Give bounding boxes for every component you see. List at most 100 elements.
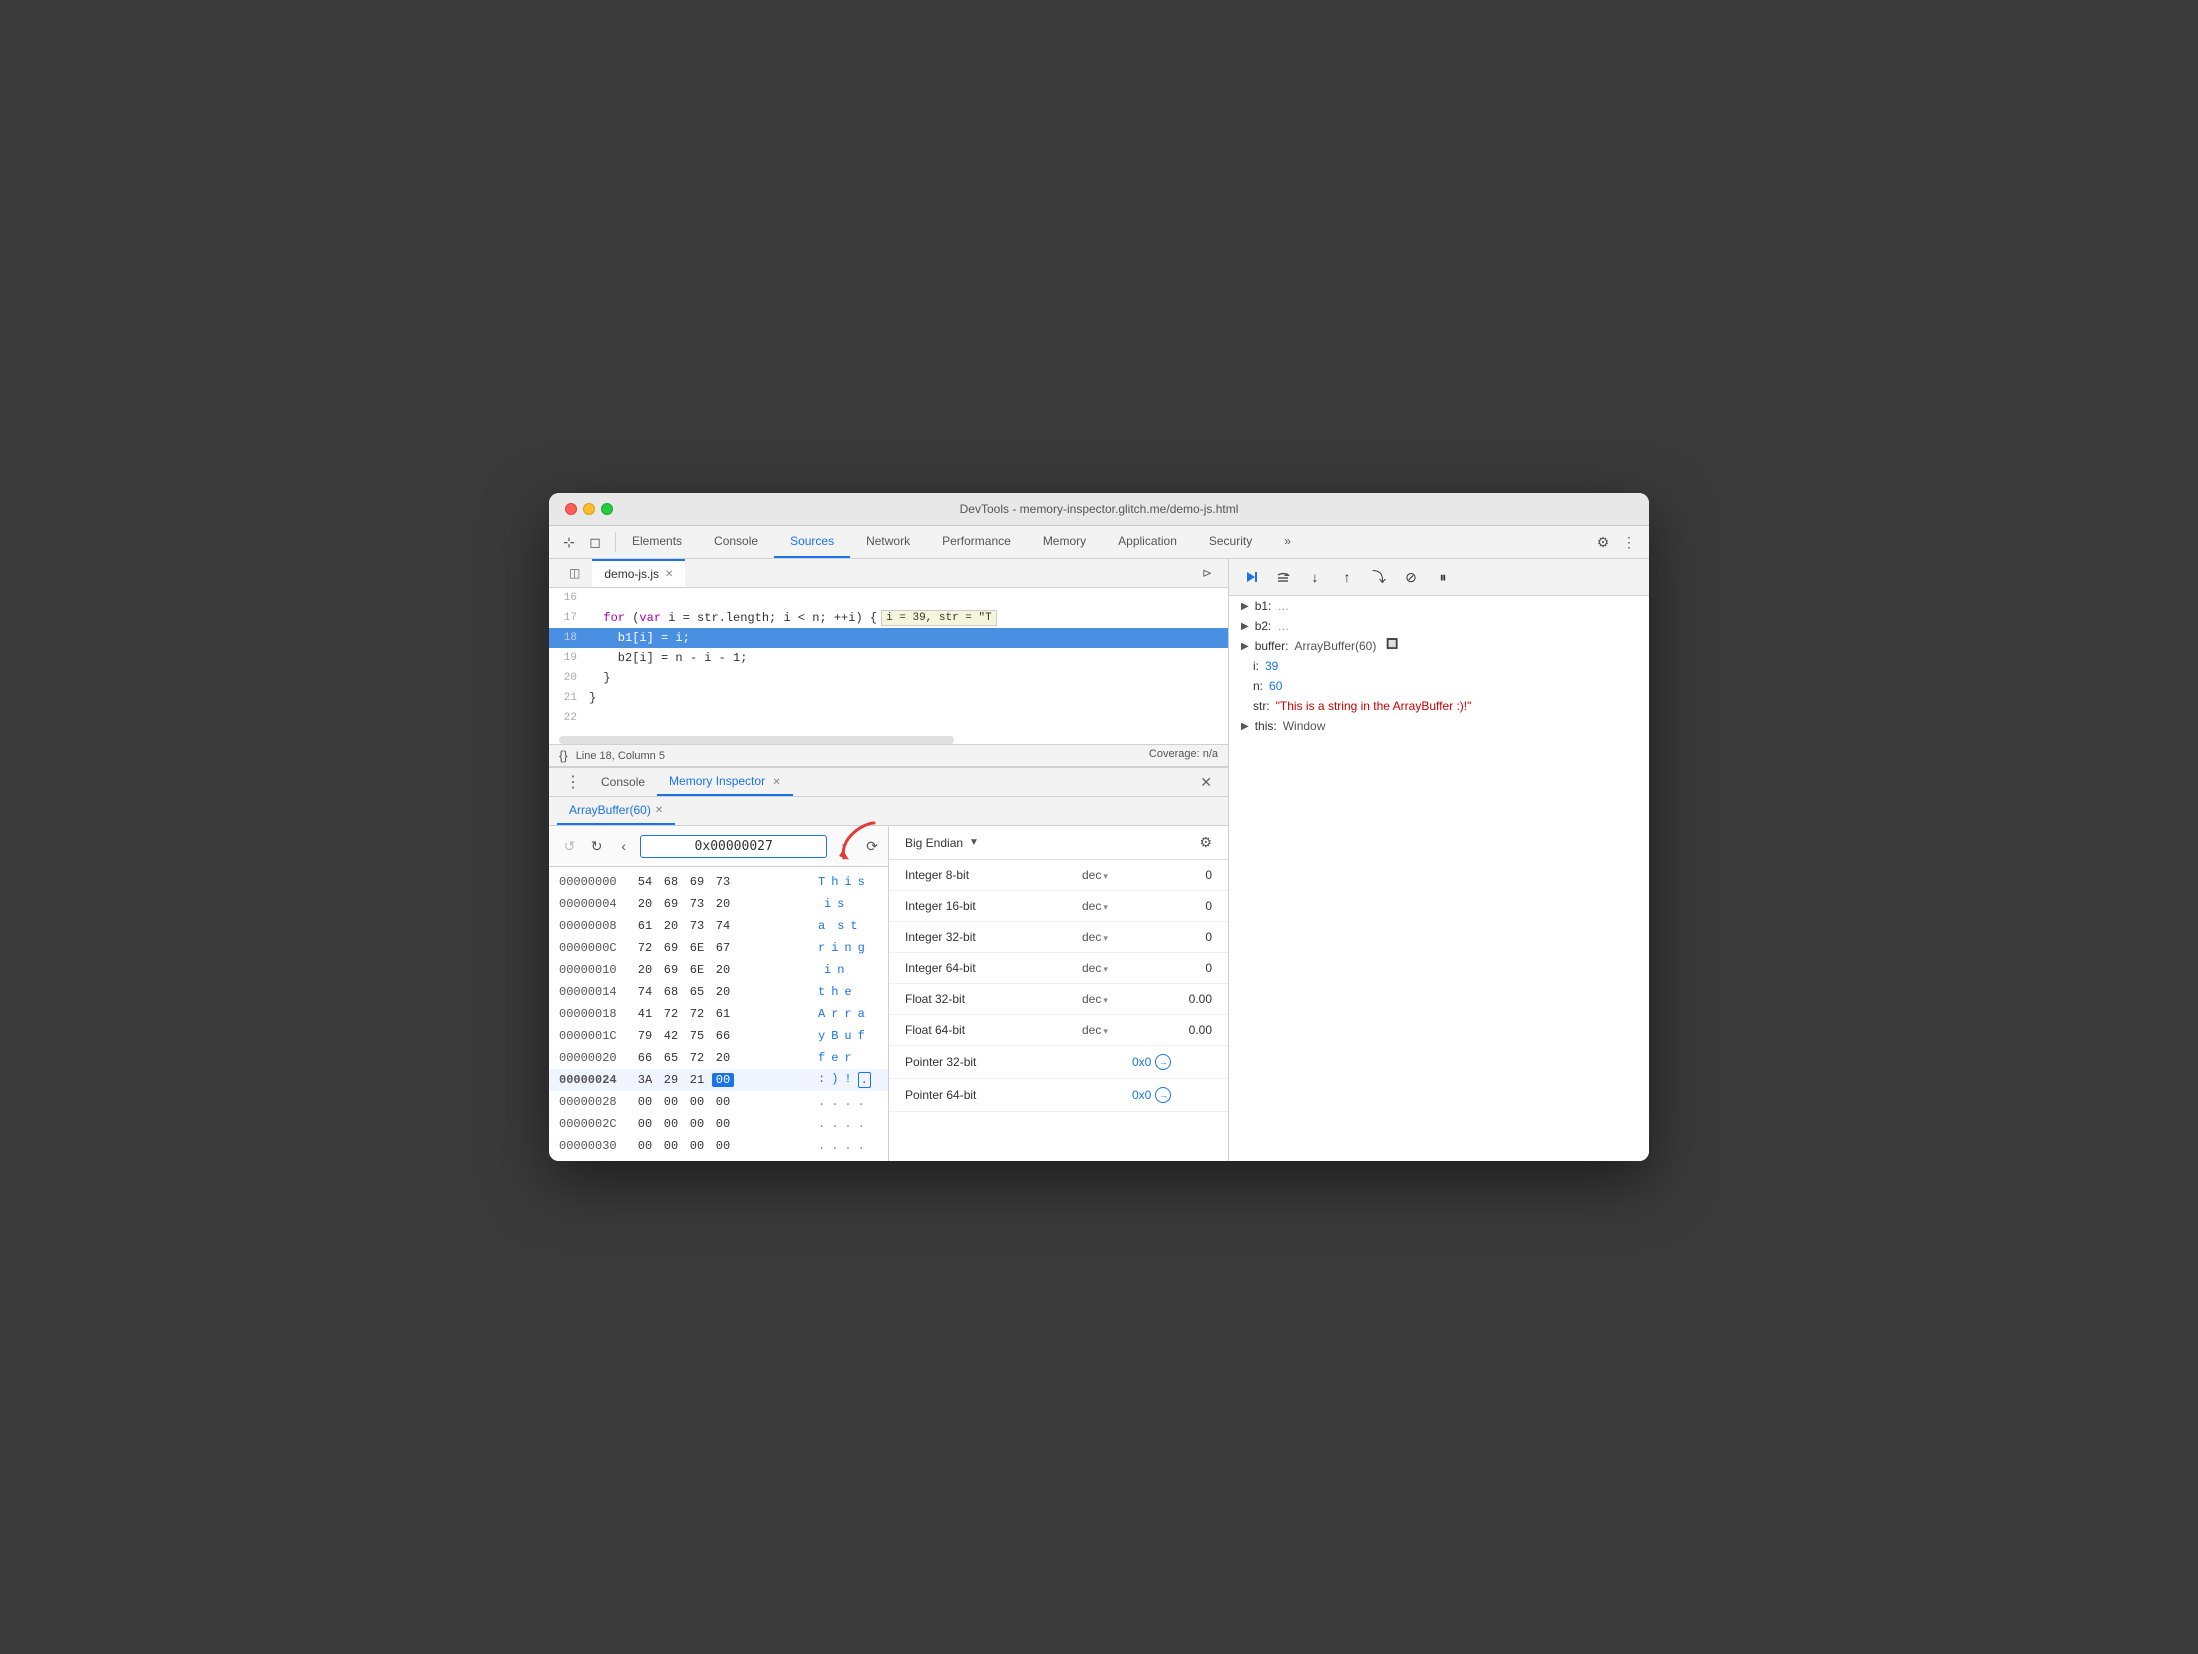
hex-row-18: 00000018 41 72 72 61 A — [549, 1003, 888, 1025]
source-file-tab[interactable]: demo-js.js ✕ — [592, 559, 685, 587]
values-gear-icon[interactable]: ⚙ — [1199, 834, 1212, 851]
close-button[interactable] — [565, 503, 577, 515]
endian-select[interactable]: Big Endian ▼ — [905, 836, 979, 850]
top-toolbar: ⊹ ◻ Elements Console Sources Network Per… — [549, 526, 1649, 559]
traffic-lights — [565, 503, 613, 515]
value-row-float64: Float 64-bit dec▾ 0.00 — [889, 1015, 1228, 1046]
inspect-icon[interactable]: ◻ — [585, 532, 605, 552]
pause-over-btn[interactable] — [1269, 563, 1297, 591]
title-bar: DevTools - memory-inspector.glitch.me/de… — [549, 493, 1649, 526]
more-icon[interactable]: ⋮ — [1619, 532, 1639, 552]
scope-this-arrow[interactable]: ▶ — [1241, 721, 1249, 732]
scope-b1: ▶ b1: … — [1229, 596, 1649, 616]
memory-inspector-tab-close[interactable]: ✕ — [772, 777, 780, 788]
toolbar-left-icons: ⊹ ◻ — [549, 532, 616, 552]
source-tabs: ◫ demo-js.js ✕ ⊳ — [549, 559, 1228, 588]
ptr32-link-icon[interactable]: → — [1155, 1054, 1171, 1070]
tab-network[interactable]: Network — [850, 526, 926, 558]
code-line-21: 21 } — [549, 688, 1228, 708]
value-row-int32: Integer 32-bit dec▾ 0 — [889, 922, 1228, 953]
minimize-button[interactable] — [583, 503, 595, 515]
hex-panel: ↺ ↻ ‹ — [549, 826, 889, 1161]
source-file-name: demo-js.js — [604, 567, 659, 581]
tab-console[interactable]: Console — [698, 526, 774, 558]
scope-b2-arrow[interactable]: ▶ — [1241, 621, 1249, 632]
value-row-int64: Integer 64-bit dec▾ 0 — [889, 953, 1228, 984]
arraybuffer-tab[interactable]: ArrayBuffer(60) ✕ — [557, 797, 675, 825]
source-tab-icon: ◫ — [557, 560, 592, 586]
value-row-int16: Integer 16-bit dec▾ 0 — [889, 891, 1228, 922]
hex-row-24: 00000024 3A 29 21 00 : — [549, 1069, 888, 1091]
tab-performance[interactable]: Performance — [926, 526, 1027, 558]
source-tab-close-icon[interactable]: ✕ — [665, 569, 673, 580]
tab-application[interactable]: Application — [1102, 526, 1193, 558]
memory-inspector: ArrayBuffer(60) ✕ ↺ ↻ ‹ — [549, 797, 1228, 1161]
main-content: ◫ demo-js.js ✕ ⊳ 16 — [549, 559, 1649, 1161]
values-panel: Big Endian ▼ ⚙ Integer 8-bit dec▾ 0 — [889, 826, 1228, 1161]
value-row-ptr32: Pointer 32-bit 0x0 → — [889, 1046, 1228, 1079]
pause-exceptions-btn[interactable]: ⏸ — [1429, 563, 1457, 591]
tab-sources[interactable]: Sources — [774, 526, 850, 558]
tab-security[interactable]: Security — [1193, 526, 1268, 558]
endian-label: Big Endian — [905, 836, 963, 850]
step-out-btn[interactable]: ↑ — [1333, 563, 1361, 591]
addr-next-btn[interactable]: › — [833, 834, 854, 858]
resume-btn[interactable] — [1237, 563, 1265, 591]
bottom-panel-close-btn[interactable]: ✕ — [1192, 770, 1220, 795]
arraybuffer-tab-close[interactable]: ✕ — [655, 805, 663, 816]
tab-more[interactable]: » — [1268, 526, 1307, 558]
value-row-int8: Integer 8-bit dec▾ 0 — [889, 860, 1228, 891]
code-editor: 16 17 for (var i = str.length; i < n; ++… — [549, 588, 1228, 744]
deactivate-btn[interactable]: ⊘ — [1397, 563, 1425, 591]
devtools-window: DevTools - memory-inspector.glitch.me/de… — [549, 493, 1649, 1161]
hex-rows: 00000000 54 68 69 73 T — [549, 867, 888, 1161]
tab-elements[interactable]: Elements — [616, 526, 698, 558]
code-line-16: 16 — [549, 588, 1228, 608]
step-over-btn[interactable]: ↓ — [1301, 563, 1329, 591]
right-panel: ↓ ↑ ⤵ ⊘ ⏸ ▶ b1: … ▶ — [1229, 559, 1649, 1161]
tab-memory[interactable]: Memory — [1027, 526, 1102, 558]
ptr64-link-icon[interactable]: → — [1155, 1087, 1171, 1103]
scope-n: n: 60 — [1229, 676, 1649, 696]
refresh-btn[interactable]: ⟳ — [866, 838, 878, 855]
value-row-ptr64: Pointer 64-bit 0x0 → — [889, 1079, 1228, 1112]
memory-content: ↺ ↻ ‹ — [549, 826, 1228, 1161]
code-line-22: 22 — [549, 708, 1228, 728]
scope-str: str: "This is a string in the ArrayBuffe… — [1229, 696, 1649, 716]
debug-tooltip: i = 39, str = "T — [881, 610, 997, 626]
values-header: Big Endian ▼ ⚙ — [889, 826, 1228, 860]
bottom-tabs: ⋮ Console Memory Inspector ✕ ✕ — [549, 768, 1228, 797]
maximize-button[interactable] — [601, 503, 613, 515]
addr-back-btn[interactable]: ↺ — [559, 834, 580, 858]
address-bar: ↺ ↻ ‹ — [549, 826, 888, 867]
bottom-tab-memory-inspector[interactable]: Memory Inspector ✕ — [657, 768, 793, 796]
settings-icon[interactable]: ⚙ — [1593, 532, 1613, 552]
cursor-icon[interactable]: ⊹ — [559, 532, 579, 552]
sidebar-toggle-icon[interactable]: ◫ — [569, 566, 580, 580]
bottom-tab-console[interactable]: Console — [589, 769, 657, 795]
bottom-tabs-menu[interactable]: ⋮ — [557, 768, 589, 796]
hex-ascii-0: T h i s — [818, 875, 878, 889]
value-row-float32: Float 32-bit dec▾ 0.00 — [889, 984, 1228, 1015]
code-line-18: 18 b1[i] = i; — [549, 628, 1228, 648]
devtools-body: ⊹ ◻ Elements Console Sources Network Per… — [549, 526, 1649, 1161]
coverage-status: Coverage: n/a — [1149, 748, 1218, 763]
source-tab-nav[interactable]: ⊳ — [1194, 562, 1220, 584]
code-line-19: 19 b2[i] = n - i - 1; — [549, 648, 1228, 668]
toolbar-right: ⚙ ⋮ — [1583, 532, 1649, 552]
nav-tabs: Elements Console Sources Network Perform… — [616, 526, 1583, 558]
hex-row-30: 00000030 00 00 00 00 . — [549, 1135, 888, 1157]
hex-bytes-0: 54 68 69 73 — [634, 875, 806, 889]
cursor-position: Line 18, Column 5 — [576, 750, 665, 762]
scope-buffer: ▶ buffer: ArrayBuffer(60) 🔲 — [1229, 636, 1649, 656]
braces-icon: {} — [559, 748, 568, 763]
address-input[interactable] — [640, 835, 827, 858]
scope-b1-arrow[interactable]: ▶ — [1241, 601, 1249, 612]
addr-prev-btn[interactable]: ‹ — [613, 834, 634, 858]
buffer-memory-icon[interactable]: 🔲 — [1386, 639, 1398, 650]
code-line-17: 17 for (var i = str.length; i < n; ++i) … — [549, 608, 1228, 628]
scope-buffer-arrow[interactable]: ▶ — [1241, 641, 1249, 652]
addr-forward-btn[interactable]: ↻ — [586, 834, 607, 858]
hex-row-28: 00000028 00 00 00 00 . — [549, 1091, 888, 1113]
step-btn[interactable]: ⤵ — [1365, 563, 1393, 591]
